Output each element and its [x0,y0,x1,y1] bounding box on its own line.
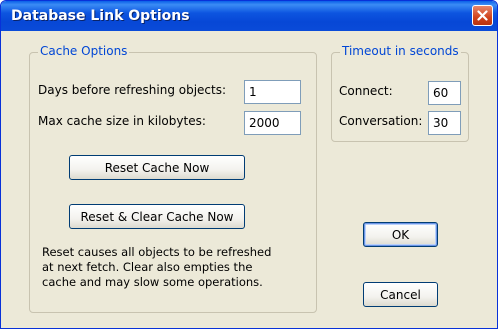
close-icon [477,10,488,21]
connect-input[interactable] [428,81,461,105]
days-refresh-input[interactable] [244,80,301,104]
title-bar[interactable]: Database Link Options [1,1,497,31]
help-line: cache and may slow some operations. [42,275,263,289]
ok-button[interactable]: OK [363,222,438,247]
cache-options-legend: Cache Options [38,44,130,58]
max-cache-size-input[interactable] [244,111,301,135]
help-line: at next fetch. Clear also empties the [42,260,253,274]
days-refresh-label: Days before refreshing objects: [38,83,227,97]
close-button[interactable] [472,5,493,26]
max-cache-size-label: Max cache size in kilobytes: [38,114,206,128]
conversation-label: Conversation: [339,114,423,128]
connect-label: Connect: [339,84,393,98]
reset-cache-button[interactable]: Reset Cache Now [69,155,245,180]
timeout-legend: Timeout in seconds [340,44,461,58]
help-line: Reset causes all objects to be refreshed [42,245,272,259]
dialog-window: Database Link Options Cache Options Days… [0,0,498,329]
reset-clear-cache-button[interactable]: Reset & Clear Cache Now [69,204,245,229]
dialog-body: Cache Options Days before refreshing obj… [4,31,494,325]
window-title: Database Link Options [11,8,190,24]
cache-help-text: Reset causes all objects to be refreshed… [42,245,271,290]
conversation-input[interactable] [428,111,461,135]
cancel-button[interactable]: Cancel [363,282,438,307]
